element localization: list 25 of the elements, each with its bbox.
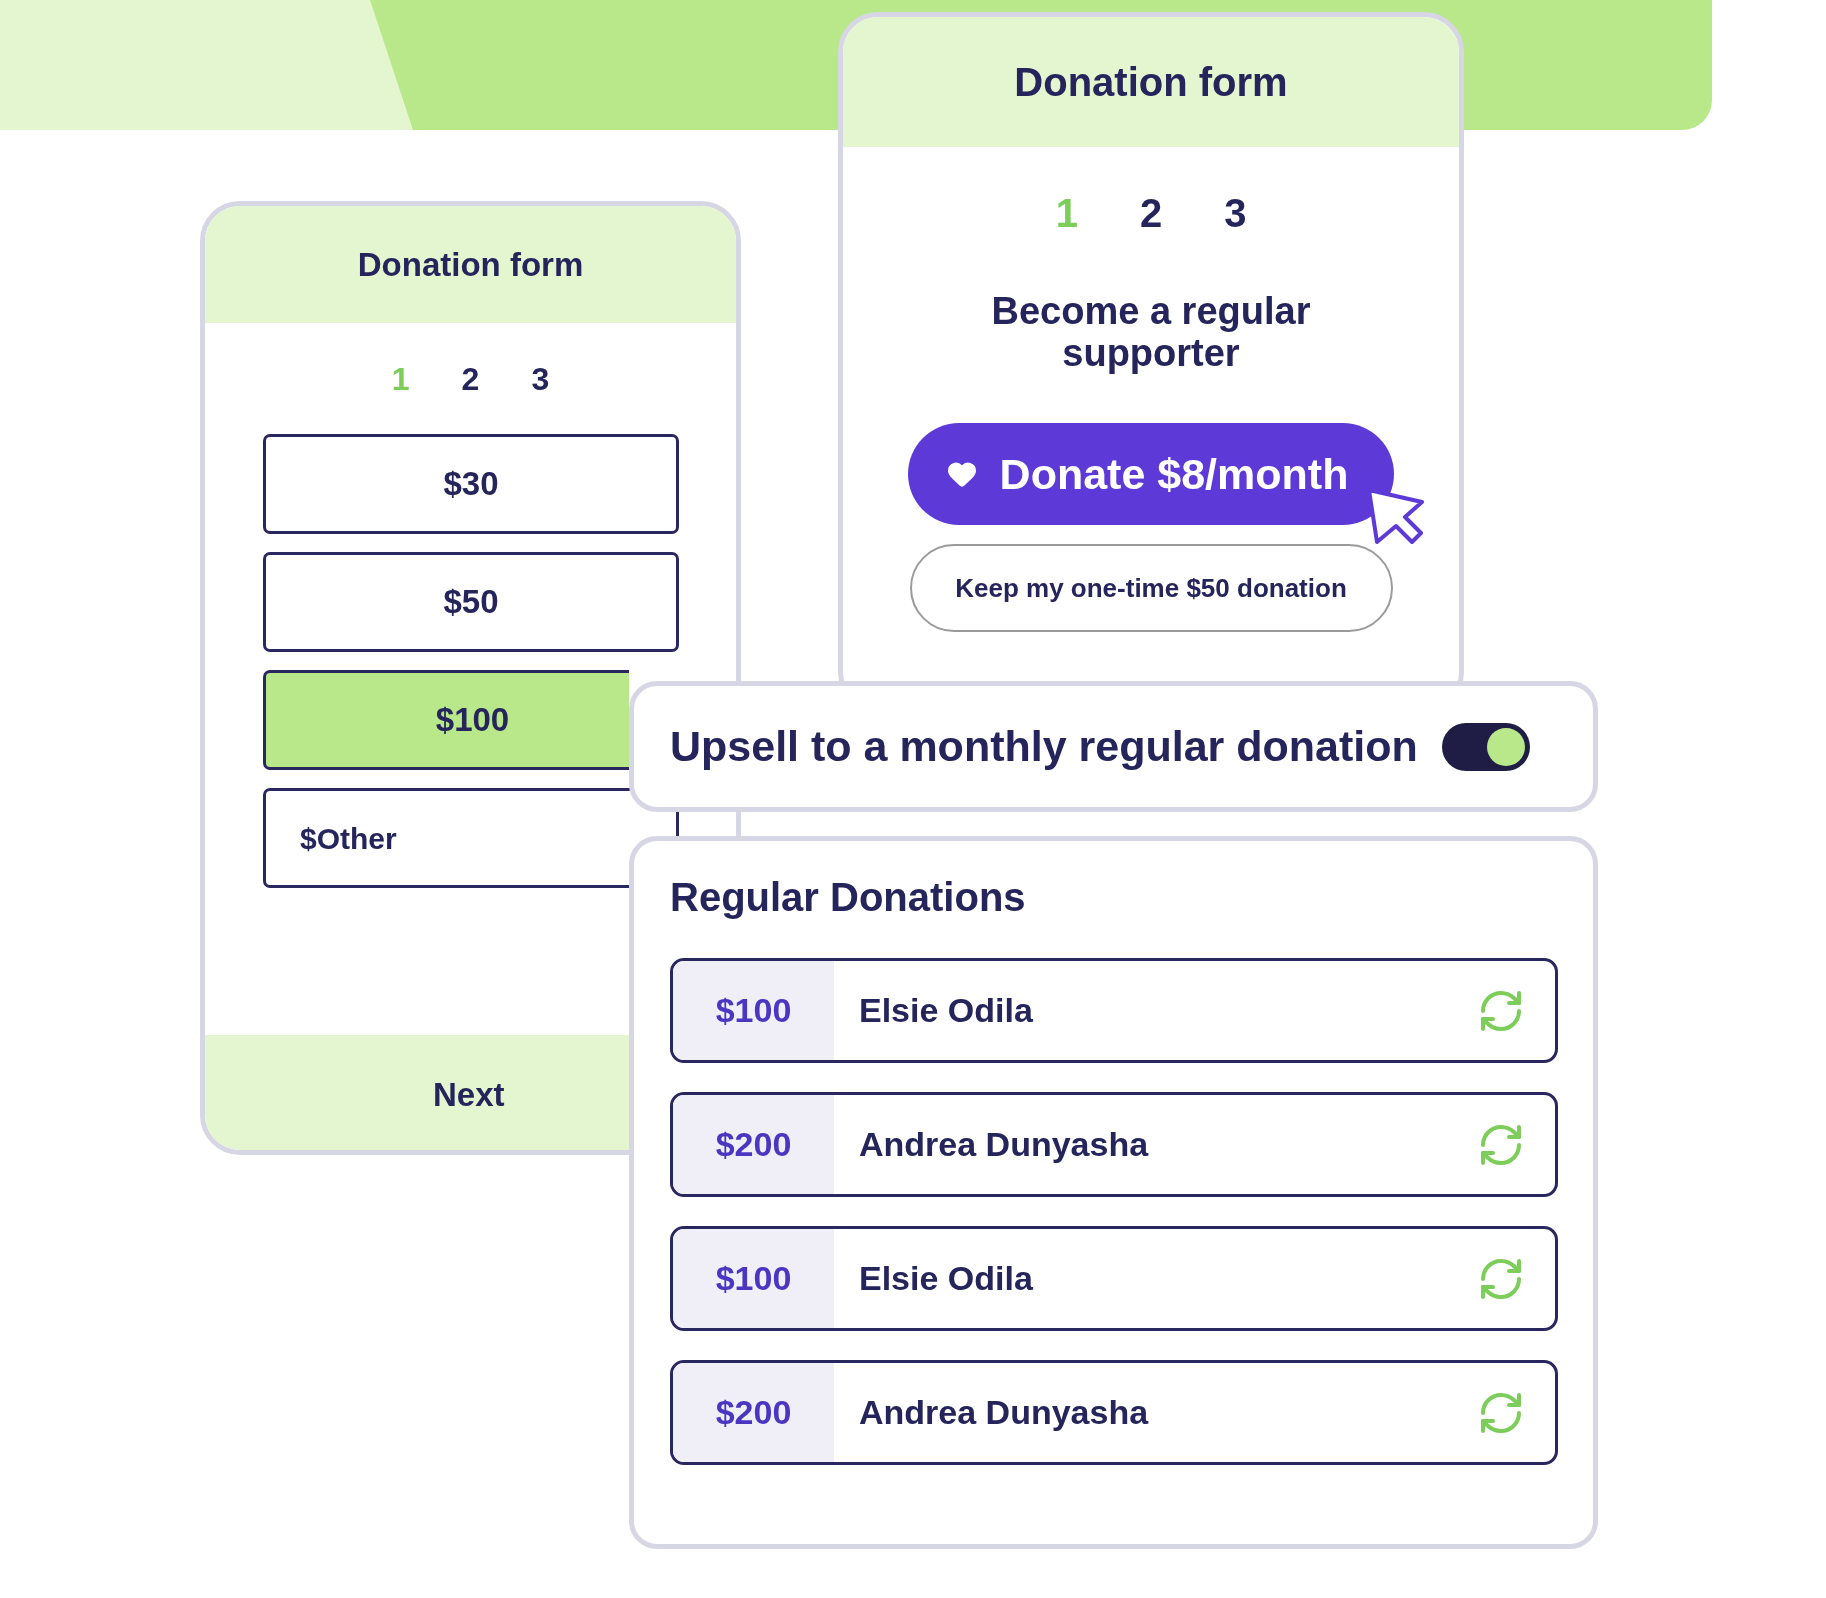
step-number: 3 (531, 360, 550, 399)
amount-cell: $100 (673, 961, 834, 1060)
step-number: 2 (461, 360, 480, 399)
donor-name: Andrea Dunyasha (859, 1392, 1149, 1433)
amount-cell: $200 (673, 1363, 834, 1462)
amount-button[interactable]: $50 (263, 552, 679, 652)
upsell-label: Upsell to a monthly regular donation (670, 721, 1418, 773)
donor-name: Elsie Odila (859, 1258, 1033, 1299)
amount-button[interactable]: $30 (263, 434, 679, 534)
step-number: 2 (1139, 190, 1163, 237)
step-number: 1 (391, 360, 410, 399)
amount-cell: $100 (673, 1229, 834, 1328)
step-number: 3 (1224, 190, 1247, 237)
step-number: 1 (1055, 190, 1078, 237)
amount-button[interactable]: $100 (263, 670, 629, 770)
donor-name: Elsie Odila (859, 990, 1033, 1031)
amount-cell: $200 (673, 1095, 834, 1194)
form-heading: Become a regular supporter (990, 290, 1312, 374)
form-title: Donation form (357, 244, 584, 285)
donate-button[interactable]: Donate $8/month (908, 423, 1394, 525)
form-title: Donation form (1014, 59, 1288, 106)
toggle-switch[interactable] (1441, 722, 1530, 771)
keep-donation-button[interactable]: Keep my one-time $50 donation (909, 544, 1393, 632)
donor-name: Andrea Dunyasha (859, 1124, 1149, 1165)
next-button[interactable]: Next (205, 1035, 629, 1150)
